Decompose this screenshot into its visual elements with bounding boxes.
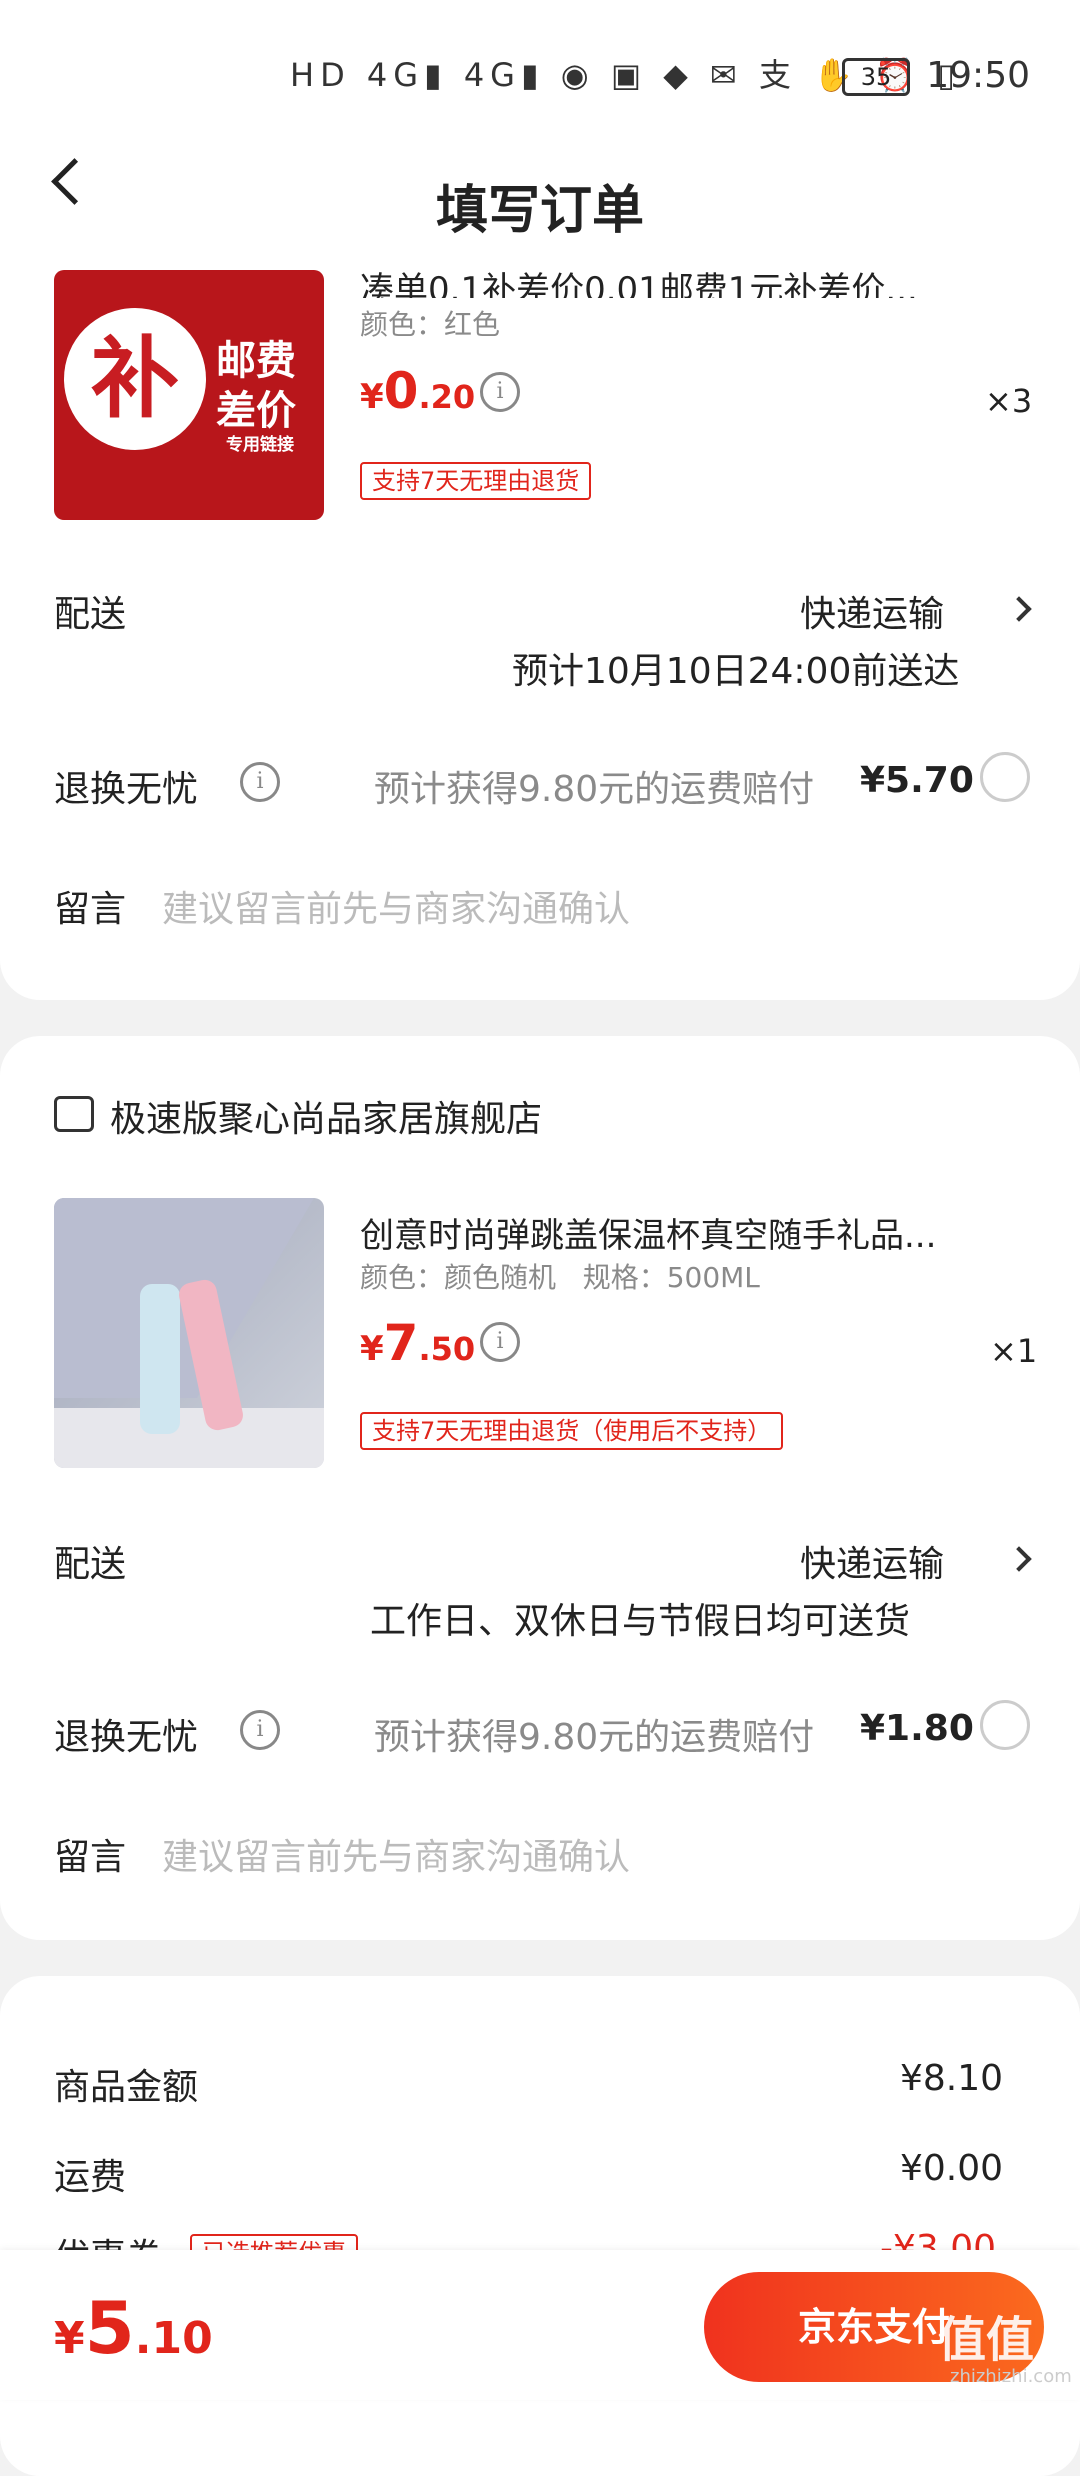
price-currency: ¥	[360, 1329, 384, 1369]
product-spec-1: 颜色：红色	[360, 308, 501, 341]
product-price-2: ¥7.50	[360, 1314, 475, 1372]
delivery-method-2[interactable]: 快递运输	[800, 1535, 944, 1587]
page-title-overlay: 填写订单	[435, 181, 644, 241]
return-desc-2: 预计获得9.80元的运费赔付	[374, 1717, 815, 1758]
image-line3: 专用链接	[226, 435, 294, 455]
delivery-label-2: 配送	[54, 1544, 127, 1585]
message-label-2: 留言	[54, 1837, 127, 1878]
return-desc-1: 预计获得9.80元的运费赔付	[374, 769, 815, 810]
return-price-1: ¥5.70	[860, 760, 974, 801]
return-radio-1[interactable]	[980, 752, 1030, 802]
total-price: ¥5.10	[54, 2286, 213, 2370]
return-label-1: 退换无忧	[54, 769, 199, 810]
return-info-icon[interactable]: i	[240, 762, 280, 802]
delivery-label-1: 配送	[54, 594, 127, 635]
watermark-url: zhizhizhi.com	[950, 2366, 1072, 2387]
message-label-1: 留言	[54, 889, 127, 930]
delivery-method-1[interactable]: 快递运输	[800, 585, 944, 637]
product-price-1: ¥0.20	[360, 362, 475, 420]
price-dec: .10	[134, 2313, 213, 2364]
status-bar: HD 4G▮ 4G▮ ◉ ▣ ◆ ✉ 支 ✋ ⏰ ▯ 35 19:50	[0, 0, 1080, 150]
price-info-icon[interactable]: i	[480, 372, 520, 412]
return-info-icon[interactable]: i	[240, 1710, 280, 1750]
quantity-1: ×3	[985, 382, 1033, 420]
product-spec-2: 颜色：颜色随机 规格：500ML	[360, 1261, 760, 1294]
product-image-1[interactable]: 补 邮费 差价 专用链接	[54, 270, 324, 520]
shipping-value: ¥0.00	[900, 2148, 1004, 2189]
price-currency: ¥	[360, 377, 384, 417]
order-card-2	[0, 1036, 1080, 1940]
goods-amount-value: ¥8.10	[900, 2058, 1004, 2099]
image-big-char: 补	[64, 308, 206, 450]
shop-icon	[54, 1096, 94, 1132]
status-time: 19:50	[926, 55, 1030, 96]
battery-icon: 35	[842, 58, 910, 96]
shop-name[interactable]: 极速版聚心尚品家居旗舰店	[110, 1090, 542, 1142]
product-name-2[interactable]: 创意时尚弹跳盖保温杯真空随手礼品...	[360, 1208, 1030, 1257]
price-int: 5	[84, 2286, 135, 2370]
message-input-1[interactable]: 建议留言前先与商家沟通确认	[162, 880, 630, 932]
return-policy-tag-2: 支持7天无理由退货（使用后不支持）	[360, 1412, 784, 1450]
delivery-note-2: 工作日、双休日与节假日均可送货	[370, 1601, 911, 1642]
shipping-label: 运费	[54, 2157, 127, 2198]
blue-bottle	[140, 1284, 180, 1434]
return-price-2: ¥1.80	[860, 1708, 974, 1749]
price-dec: .50	[418, 1330, 476, 1368]
return-policy-tag-1: 支持7天无理由退货	[360, 462, 592, 500]
price-int: 7	[383, 1314, 419, 1372]
return-label-2: 退换无忧	[54, 1717, 199, 1758]
message-input-2[interactable]: 建议留言前先与商家沟通确认	[162, 1828, 630, 1880]
price-dec: .20	[418, 378, 476, 416]
quantity-2: ×1	[990, 1332, 1038, 1370]
image-floor	[54, 1408, 324, 1468]
price-info-icon[interactable]: i	[480, 1322, 520, 1362]
summary-card	[0, 1976, 1080, 2476]
goods-amount-label: 商品金额	[54, 2067, 199, 2108]
price-currency: ¥	[54, 2313, 85, 2364]
image-line2: 差价	[216, 388, 296, 434]
price-int: 0	[383, 362, 419, 420]
product-image-2[interactable]	[54, 1198, 324, 1468]
product-name-1[interactable]: 凑单0.1补差价0.01邮费1元补差价...	[360, 262, 1020, 298]
return-radio-2[interactable]	[980, 1700, 1030, 1750]
delivery-note-1: 预计10月10日24:00前送达	[512, 651, 960, 692]
